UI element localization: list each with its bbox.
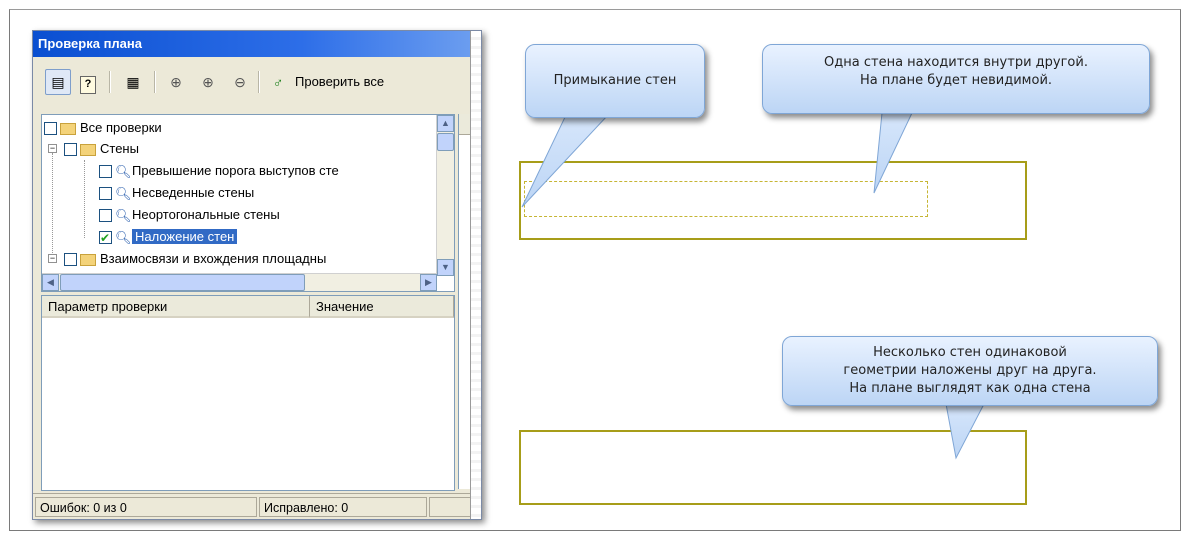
tree-item-nonorthogonal[interactable]: 🔍︎Неортогональные стены xyxy=(99,204,280,226)
zoom-in-icon[interactable]: ⊕ xyxy=(195,69,221,95)
overlapping-walls-rectangle xyxy=(519,430,1027,505)
column-header-parameter[interactable]: Параметр проверки xyxy=(42,296,310,318)
checkbox[interactable] xyxy=(99,209,112,223)
status-errors: Ошибок: 0 из 0 xyxy=(35,497,257,517)
zoom-extents-icon[interactable]: ⊕ xyxy=(163,69,189,95)
folder-icon xyxy=(80,143,96,156)
collapse-icon[interactable]: − xyxy=(48,254,57,263)
help-icon[interactable]: ? xyxy=(75,69,101,95)
checks-tree[interactable]: Все проверки − Стены 🔍︎Превышение порога… xyxy=(41,114,455,292)
tree-item-areas[interactable]: Взаимосвязи и вхождения площадны xyxy=(64,248,326,270)
status-fixed: Исправлено: 0 xyxy=(259,497,427,517)
report-icon[interactable]: ▦ xyxy=(120,69,146,95)
toolbar: ▤ ? ▦ ⊕ ⊕ ⊖ ♂ Проверить все xyxy=(33,57,481,105)
magnifier-icon: 🔍︎ xyxy=(115,185,132,201)
folder-icon xyxy=(80,253,96,266)
tree-item-overlap[interactable]: 🔍︎Наложение стен xyxy=(99,226,238,249)
tree-horizontal-scrollbar[interactable]: ◀ ▶ xyxy=(42,273,437,291)
scroll-up-icon[interactable]: ▲ xyxy=(437,115,454,132)
magnifier-icon: 🔍︎ xyxy=(115,229,132,245)
checkbox[interactable] xyxy=(44,122,57,136)
collapse-icon[interactable]: − xyxy=(48,144,57,153)
magnifier-icon: 🔍︎ xyxy=(115,207,132,223)
results-pane xyxy=(458,114,481,489)
table-view-icon[interactable]: ▤ xyxy=(45,69,71,95)
tree-vertical-scrollbar[interactable]: ▲ ▼ xyxy=(436,115,454,276)
status-bar: Ошибок: 0 из 0 Исправлено: 0 xyxy=(33,493,481,519)
checkbox[interactable] xyxy=(64,143,77,157)
window-title: Проверка плана xyxy=(33,31,481,57)
tree-item-walls[interactable]: Стены xyxy=(64,138,139,160)
checkbox-checked[interactable] xyxy=(99,227,112,249)
scroll-thumb[interactable] xyxy=(60,274,305,291)
tree-item-all[interactable]: Все проверки xyxy=(44,117,162,139)
scroll-left-icon[interactable]: ◀ xyxy=(42,274,59,291)
inner-wall-dashed xyxy=(524,181,928,217)
callout-wall-inside: Одна стена находится внутри другой. На п… xyxy=(762,44,1150,114)
check-all-button[interactable]: Проверить все xyxy=(295,69,384,95)
check-run-icon[interactable]: ♂ xyxy=(265,69,291,95)
magnifier-icon: 🔍︎ xyxy=(115,163,132,179)
checkbox[interactable] xyxy=(64,253,77,267)
checkbox[interactable] xyxy=(99,187,112,201)
checkbox[interactable] xyxy=(99,165,112,179)
zoom-out-icon[interactable]: ⊖ xyxy=(227,69,253,95)
scroll-thumb[interactable] xyxy=(437,133,454,151)
callout-wall-adjacency: Примыкание стен xyxy=(525,44,705,118)
plan-check-window: Проверка плана ▤ ? ▦ ⊕ ⊕ ⊖ ♂ Проверить в… xyxy=(32,30,482,520)
folder-icon xyxy=(60,122,76,135)
tree-item-unjoined[interactable]: 🔍︎Несведенные стены xyxy=(99,182,254,204)
column-header-value[interactable]: Значение xyxy=(310,296,454,318)
scroll-right-icon[interactable]: ▶ xyxy=(420,274,437,291)
tree-item-protrusion[interactable]: 🔍︎Превышение порога выступов сте xyxy=(99,160,339,182)
scroll-down-icon[interactable]: ▼ xyxy=(437,259,454,276)
parameters-table: Параметр проверки Значение xyxy=(41,295,455,491)
callout-walls-overlap: Несколько стен одинаковой геометрии нало… xyxy=(782,336,1158,406)
